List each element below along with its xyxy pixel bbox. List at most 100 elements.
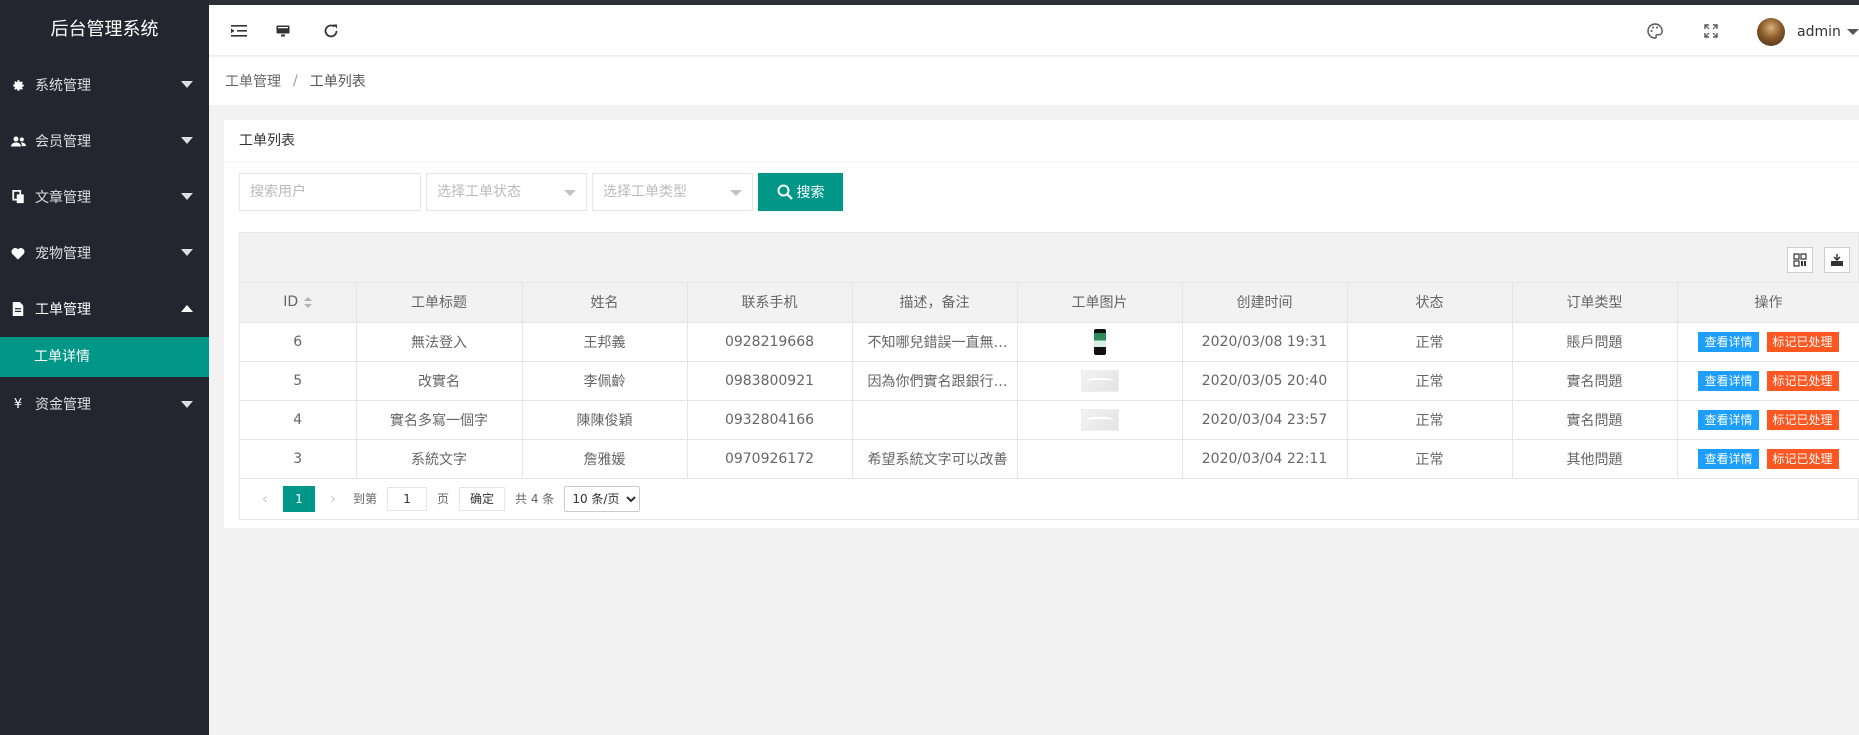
- search-button-label: 搜索: [796, 185, 825, 201]
- mark-processed-button[interactable]: 标记已处理: [1766, 409, 1839, 430]
- cell-status: 正常: [1347, 322, 1513, 362]
- sidebar-item-tickets[interactable]: 工单管理: [0, 281, 209, 337]
- cell-status: 正常: [1347, 400, 1513, 440]
- view-detail-button[interactable]: 查看详情: [1698, 370, 1759, 391]
- cell-id: 6: [240, 322, 357, 362]
- mark-processed-button[interactable]: 标记已处理: [1766, 370, 1839, 391]
- sidebar: 后台管理系统 系统管理 会员管理 文章管理 宠物管理 工单管理 工单详情 ¥ 资…: [0, 0, 209, 735]
- sidebar-item-funds[interactable]: ¥ 资金管理: [0, 377, 209, 431]
- column-header[interactable]: ID: [240, 283, 357, 323]
- column-header: 姓名: [522, 283, 688, 323]
- view-detail-button[interactable]: 查看详情: [1698, 409, 1759, 430]
- sort-icon[interactable]: [304, 296, 313, 308]
- cell-created: 2020/03/05 20:40: [1182, 361, 1348, 401]
- column-header: 描述，备注: [852, 283, 1018, 323]
- cell-description: 希望系統文字可以改善: [852, 439, 1018, 479]
- users-icon: [9, 132, 27, 150]
- ticket-list-card: 工单列表 选择工单状态 选择工单类型 搜索: [224, 120, 1859, 528]
- pagination: ‹ 1 › 到第 页 确定 共 4 条 10 条/页: [240, 478, 1858, 519]
- chevron-down-icon: [730, 190, 742, 196]
- breadcrumb-parent[interactable]: 工单管理: [225, 71, 281, 91]
- table-header-row: ID 工单标题 姓名 联系手机 描述，备注 工单图片 创建时间 状态 订单类型 …: [240, 283, 1859, 323]
- yen-icon: ¥: [13, 396, 23, 412]
- cell-id: 5: [240, 361, 357, 401]
- file-icon: [9, 300, 27, 318]
- search-icon: [777, 184, 793, 200]
- sidebar-item-label: 工单管理: [35, 302, 91, 318]
- breadcrumb-separator: /: [293, 73, 298, 89]
- column-header: 状态: [1347, 283, 1513, 323]
- ticket-image-thumbnail[interactable]: [1093, 328, 1106, 355]
- chevron-down-icon: [181, 137, 193, 144]
- avatar: [1757, 18, 1785, 46]
- theme-palette-icon[interactable]: [1643, 19, 1667, 43]
- sidebar-item-label: 宠物管理: [35, 246, 91, 262]
- columns-filter-icon[interactable]: [1787, 247, 1813, 273]
- column-header: 操作: [1677, 283, 1859, 323]
- goto-confirm-button[interactable]: 确定: [459, 486, 506, 511]
- view-detail-button[interactable]: 查看详情: [1698, 448, 1759, 469]
- cell-actions: 查看详情 标记已处理: [1677, 322, 1859, 362]
- prev-page-icon[interactable]: ‹: [255, 486, 275, 512]
- sidebar-subnav: 工单详情: [0, 337, 209, 377]
- mark-processed-button[interactable]: 标记已处理: [1766, 331, 1839, 352]
- cell-image: [1017, 439, 1183, 479]
- cell-created: 2020/03/04 22:11: [1182, 439, 1348, 479]
- sidebar-subitem-ticket-detail[interactable]: 工单详情: [0, 337, 209, 377]
- sidebar-item-pets[interactable]: 宠物管理: [0, 225, 209, 281]
- view-detail-button[interactable]: 查看详情: [1698, 331, 1759, 352]
- caret-down-icon: [1846, 29, 1859, 35]
- image-placeholder-icon[interactable]: [1080, 408, 1119, 431]
- ticket-table: ID 工单标题 姓名 联系手机 描述，备注 工单图片 创建时间 状态 订单类型 …: [239, 232, 1859, 520]
- search-button[interactable]: 搜索: [758, 173, 843, 211]
- mark-processed-button[interactable]: 标记已处理: [1766, 448, 1839, 469]
- cell-id: 3: [240, 439, 357, 479]
- cell-title: 無法登入: [356, 322, 523, 362]
- cell-id: 4: [240, 400, 357, 440]
- breadcrumb-current: 工单列表: [309, 74, 366, 90]
- export-icon[interactable]: [1824, 247, 1850, 273]
- data-table: ID 工单标题 姓名 联系手机 描述，备注 工单图片 创建时间 状态 订单类型 …: [240, 283, 1859, 479]
- image-placeholder-icon[interactable]: [1080, 369, 1119, 392]
- cell-image: [1017, 400, 1183, 440]
- breadcrumb: 工单管理 / 工单列表: [209, 57, 1859, 105]
- search-user-field[interactable]: [239, 173, 421, 211]
- cell-type: 實名問題: [1512, 400, 1678, 440]
- cell-phone: 0983800921: [687, 361, 853, 401]
- next-page-icon[interactable]: ›: [323, 486, 343, 512]
- status-select[interactable]: 选择工单状态: [426, 173, 587, 211]
- cell-created: 2020/03/08 19:31: [1182, 322, 1348, 362]
- sidebar-item-members[interactable]: 会员管理: [0, 113, 209, 169]
- monitor-icon[interactable]: [271, 19, 295, 43]
- chevron-down-icon: [181, 193, 193, 200]
- menu-collapse-icon[interactable]: [227, 19, 251, 43]
- cell-description: [852, 400, 1018, 440]
- total-count: 共 4 条: [515, 492, 555, 506]
- card-title: 工单列表: [224, 120, 1859, 162]
- page-size-select[interactable]: 10 条/页: [564, 485, 641, 512]
- search-user-input[interactable]: [250, 174, 420, 210]
- sidebar-item-label: 会员管理: [35, 134, 91, 150]
- type-select-placeholder: 选择工单类型: [603, 184, 687, 200]
- cell-status: 正常: [1347, 439, 1513, 479]
- sidebar-item-label: 资金管理: [35, 397, 91, 413]
- table-row: 5 改實名 李佩齡 0983800921 因為你們實名跟銀行不符 2020/03…: [240, 361, 1859, 401]
- sidebar-item-system[interactable]: 系统管理: [0, 57, 209, 113]
- fullscreen-icon[interactable]: [1699, 19, 1723, 43]
- app-title: 后台管理系统: [50, 19, 159, 40]
- column-header: 联系手机: [687, 283, 853, 323]
- sidebar-item-articles[interactable]: 文章管理: [0, 169, 209, 225]
- column-header: 订单类型: [1512, 283, 1678, 323]
- cell-phone: 0932804166: [687, 400, 853, 440]
- current-page[interactable]: 1: [283, 485, 315, 512]
- column-header: 工单标题: [356, 283, 523, 323]
- cell-type: 其他問題: [1512, 439, 1678, 479]
- column-header: 创建时间: [1182, 283, 1348, 323]
- type-select[interactable]: 选择工单类型: [592, 173, 753, 211]
- refresh-icon[interactable]: [319, 19, 343, 43]
- documents-icon: [9, 188, 27, 206]
- chevron-down-icon: [181, 81, 193, 88]
- goto-page-input[interactable]: [387, 486, 428, 511]
- user-menu[interactable]: admin: [1757, 18, 1859, 46]
- heart-icon: [9, 244, 27, 262]
